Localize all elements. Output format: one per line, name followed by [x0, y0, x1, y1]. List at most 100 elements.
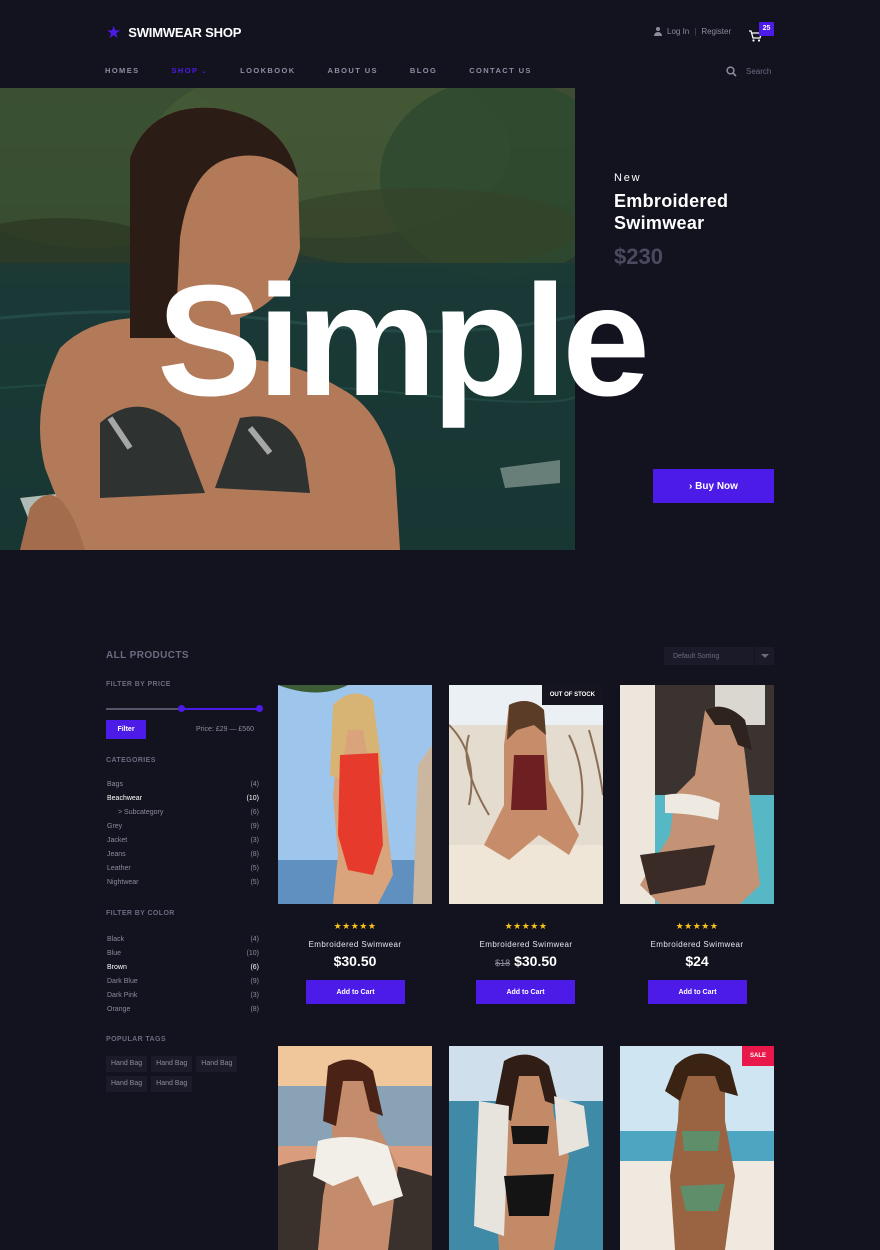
colors-list: Black (4) Blue (10) Brown (6) Dark Blue (9) … — [107, 933, 259, 1017]
product-name[interactable]: Embroidered Swimwear — [449, 940, 603, 949]
search-placeholder: Search — [746, 67, 772, 76]
nav-item-blog[interactable]: BLOG — [410, 66, 437, 75]
color-item[interactable]: Brown (6) — [107, 961, 259, 975]
search-box[interactable]: Search — [726, 66, 771, 77]
color-item[interactable]: Blue (10) — [107, 947, 259, 961]
price-slider[interactable] — [106, 705, 263, 712]
tag-item[interactable]: Hand Bag — [151, 1056, 193, 1072]
nav-item-about-us[interactable]: ABOUT US — [328, 66, 378, 75]
product-card[interactable] — [278, 685, 432, 904]
chevron-down-icon: ⌄ — [201, 69, 209, 75]
color-count: (9) — [250, 978, 259, 985]
chevron-down-icon — [754, 647, 774, 665]
brand-name: SWIMWEAR SHOP — [128, 25, 242, 40]
register-link[interactable]: Register — [701, 27, 731, 36]
add-to-cart-button[interactable]: Add to Cart — [476, 980, 575, 1004]
product-image[interactable]: SALE — [620, 1046, 774, 1250]
color-count: (6) — [250, 964, 259, 971]
product-card[interactable]: SALE — [620, 1046, 774, 1250]
hero-title: Embroidered Swimwear — [614, 190, 728, 234]
category-label: Jacket — [107, 837, 128, 844]
account-links: Log In | Register — [654, 27, 731, 36]
login-link[interactable]: Log In — [667, 27, 689, 36]
category-count: (8) — [250, 851, 259, 858]
category-item[interactable]: Jeans (8) — [107, 848, 259, 862]
category-label: Bags — [107, 781, 123, 788]
tag-item[interactable]: Hand Bag — [106, 1056, 148, 1072]
category-label: Jeans — [107, 851, 126, 858]
product-price-value: $30.50 — [514, 953, 557, 969]
category-item[interactable]: Leather (5) — [107, 862, 259, 876]
nav-item-lookbook[interactable]: LOOKBOOK — [240, 66, 295, 75]
hero-kicker: New — [614, 172, 642, 184]
price-range-label: Price: £29 — £560 — [196, 726, 254, 733]
category-count: (6) — [250, 809, 259, 816]
rating-stars: ★★★★★ — [675, 921, 719, 931]
color-label: Orange — [107, 1006, 131, 1013]
color-count: (3) — [250, 992, 259, 999]
color-label: Black — [107, 936, 125, 943]
popular-tags-heading: POPULAR TAGS — [106, 1036, 166, 1043]
color-item[interactable]: Orange (8) — [107, 1003, 259, 1017]
color-label: Dark Blue — [107, 978, 138, 985]
buy-now-button[interactable]: › Buy Now — [653, 469, 774, 503]
category-item[interactable]: Jacket (3) — [107, 834, 259, 848]
category-label: Grey — [107, 823, 123, 830]
nav-item-shop-label: SHOP — [171, 66, 199, 75]
cart-button[interactable]: 25 — [748, 22, 776, 44]
category-item[interactable]: Bags (4) — [107, 778, 259, 792]
tag-item[interactable]: Hand Bag — [151, 1076, 193, 1092]
nav-item-homes[interactable]: HOMES — [105, 66, 140, 75]
nav-item-shop[interactable]: SHOP ⌄ — [172, 66, 209, 75]
price-slider-min-handle[interactable] — [178, 705, 185, 712]
brand-logo[interactable]: ★ SWIMWEAR SHOP — [106, 24, 241, 41]
filter-button[interactable]: Filter — [106, 720, 146, 739]
color-item[interactable]: Black (4) — [107, 933, 259, 947]
product-image[interactable] — [278, 1046, 432, 1250]
product-card[interactable] — [620, 685, 774, 904]
color-item[interactable]: Dark Pink (3) — [107, 989, 259, 1003]
color-count: (8) — [250, 1006, 259, 1013]
nav-item-contact-us[interactable]: CONTACT US — [469, 66, 532, 75]
product-card[interactable] — [449, 1046, 603, 1250]
category-item[interactable]: > Subcategory (6) — [107, 806, 259, 820]
product-price-value: $30.50 — [333, 953, 377, 969]
add-to-cart-button[interactable]: Add to Cart — [306, 980, 405, 1004]
product-image[interactable]: OUT OF STOCK — [449, 685, 603, 904]
add-to-cart-button[interactable]: Add to Cart — [648, 980, 747, 1004]
category-item[interactable]: Grey (9) — [107, 820, 259, 834]
account-separator: | — [694, 27, 697, 36]
color-count: (10) — [246, 950, 259, 957]
price-slider-max-handle[interactable] — [256, 705, 263, 712]
product-card[interactable]: OUT OF STOCK — [449, 685, 603, 904]
tag-item[interactable]: Hand Bag — [106, 1076, 148, 1092]
category-label: Beachwear — [107, 795, 143, 802]
category-count: (9) — [250, 823, 259, 830]
product-old-price: $18 — [495, 958, 511, 968]
product-price-value: $24 — [685, 953, 709, 969]
category-count: (5) — [250, 865, 259, 872]
tag-item[interactable]: Hand Bag — [196, 1056, 238, 1072]
color-label: Blue — [107, 950, 122, 957]
product-image[interactable] — [620, 685, 774, 904]
product-name[interactable]: Embroidered Swimwear — [620, 940, 774, 949]
sorting-value: Default Sorting — [673, 652, 720, 660]
out-of-stock-flag: OUT OF STOCK — [541, 685, 603, 705]
category-item[interactable]: Nightwear (5) — [107, 876, 259, 890]
cart-count-badge: 25 — [759, 22, 774, 36]
category-label: Leather — [107, 865, 131, 872]
category-count: (5) — [250, 879, 259, 886]
product-card[interactable] — [278, 1046, 432, 1250]
color-item[interactable]: Dark Blue (9) — [107, 975, 259, 989]
sorting-select[interactable]: Default Sorting — [664, 647, 774, 665]
product-image[interactable] — [278, 685, 432, 904]
category-label: > Subcategory — [118, 809, 164, 816]
star-icon: ★ — [106, 23, 122, 42]
product-name[interactable]: Embroidered Swimwear — [278, 940, 432, 949]
product-image[interactable] — [449, 1046, 603, 1250]
category-count: (10) — [246, 795, 259, 802]
product-price: $24 — [620, 953, 774, 969]
categories-list: Bags (4) Beachwear (10) > Subcategory (6) G… — [107, 778, 259, 890]
color-label: Dark Pink — [107, 992, 138, 999]
category-item[interactable]: Beachwear (10) — [107, 792, 259, 806]
